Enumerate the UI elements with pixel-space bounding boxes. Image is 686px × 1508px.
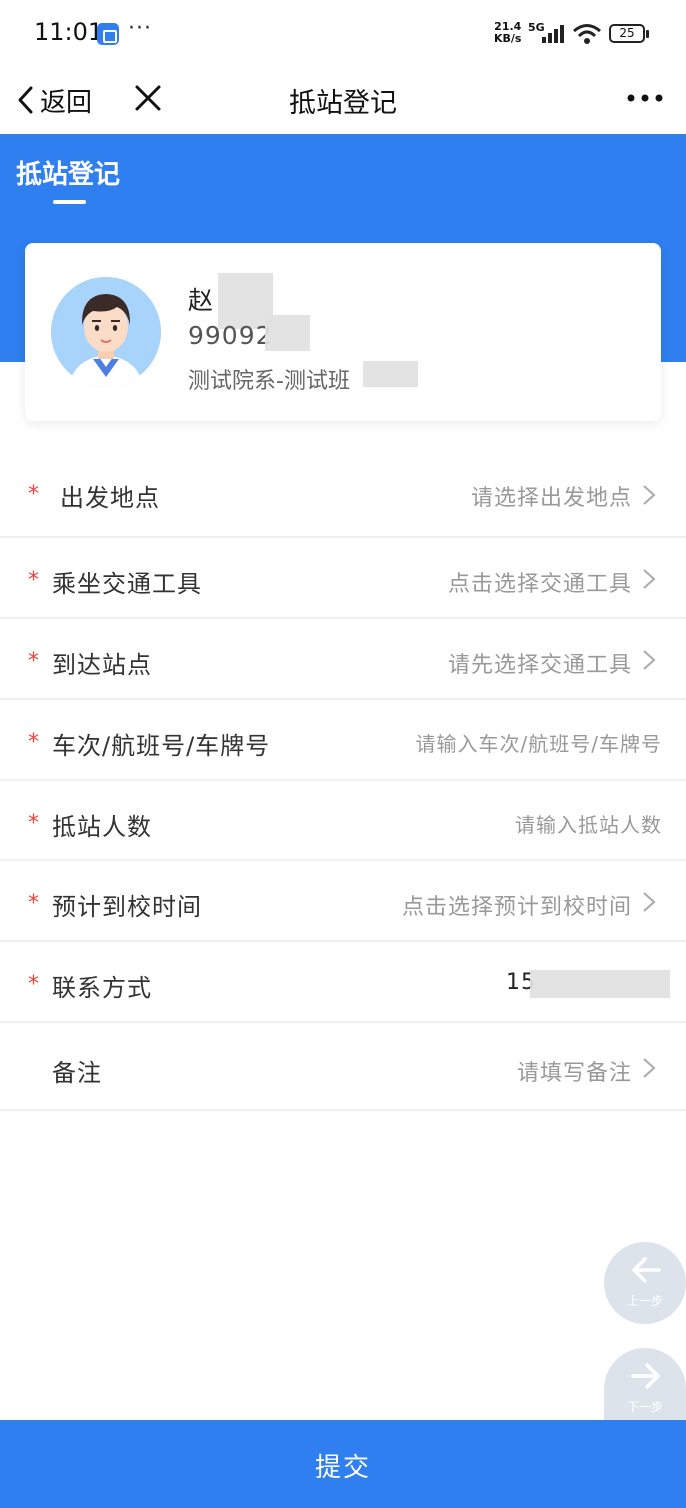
chevron-right-icon <box>643 485 656 505</box>
tab-arrival-registration[interactable]: 抵站登记 <box>16 154 120 191</box>
network-speed-unit: KB/s <box>494 32 522 45</box>
transport-placeholder: 点击选择交通工具 <box>447 572 632 597</box>
redaction-department <box>363 361 418 387</box>
status-more-icon: ··· <box>128 16 152 41</box>
status-time: 11:01 <box>34 18 104 46</box>
arrival-time-placeholder: 点击选择预计到校时间 <box>401 895 632 920</box>
form-row-trip-number[interactable]: * 车次/航班号/车牌号 请输入车次/航班号/车牌号 <box>0 700 686 781</box>
form-row-contact[interactable]: * 联系方式 15 <box>0 942 686 1023</box>
app-notification-icon <box>97 23 119 45</box>
submit-label: 提交 <box>314 1453 371 1483</box>
arrival-station-label: 到达站点 <box>52 651 152 679</box>
close-icon[interactable] <box>133 83 163 113</box>
required-mark: * <box>28 649 39 674</box>
trip-number-input[interactable]: 请输入车次/航班号/车牌号 <box>416 728 662 757</box>
required-mark: * <box>28 730 39 755</box>
people-count-label: 抵站人数 <box>52 813 152 841</box>
form-row-arrival-time[interactable]: * 预计到校时间 点击选择预计到校时间 <box>0 861 686 942</box>
remarks-placeholder: 请填写备注 <box>516 1061 632 1086</box>
avatar <box>51 277 161 387</box>
back-button[interactable]: 返回 <box>14 80 92 120</box>
arrival-time-label: 预计到校时间 <box>52 893 202 921</box>
redaction-id <box>265 315 310 351</box>
next-step-button[interactable]: 下一步 <box>604 1348 686 1420</box>
arrival-station-placeholder: 请先选择交通工具 <box>447 653 632 678</box>
tab-indicator <box>53 200 86 204</box>
redaction-phone <box>530 970 670 998</box>
required-mark: * <box>28 891 39 916</box>
form-row-arrival-station[interactable]: * 到达站点 请先选择交通工具 <box>0 619 686 700</box>
page-title: 抵站登记 <box>289 88 397 119</box>
navigation-bar: 返回 抵站登记 <box>0 66 686 134</box>
next-step-label: 下一步 <box>626 1400 663 1414</box>
required-mark: * <box>28 811 39 836</box>
student-id: 99092 <box>188 321 273 350</box>
trip-number-label: 车次/航班号/车牌号 <box>52 732 271 760</box>
chevron-right-icon <box>643 650 656 670</box>
departure-placeholder: 请选择出发地点 <box>470 486 632 511</box>
required-mark: * <box>28 482 39 507</box>
profile-card: 赵 99092 测试院系-测试班 <box>25 243 661 421</box>
status-bar: 11:01 ··· 21.4 KB/s 5G 25 <box>0 0 686 66</box>
signal-icon <box>542 25 564 43</box>
student-department: 测试院系-测试班 <box>188 369 350 394</box>
form-row-transport[interactable]: * 乘坐交通工具 点击选择交通工具 <box>0 538 686 619</box>
previous-step-button[interactable]: 上一步 <box>604 1242 686 1324</box>
transport-label: 乘坐交通工具 <box>52 570 202 598</box>
chevron-right-icon <box>643 892 656 912</box>
chevron-left-icon <box>18 86 33 114</box>
battery-icon: 25 <box>609 24 649 43</box>
remarks-label: 备注 <box>52 1059 102 1087</box>
avatar-illustration <box>51 277 161 387</box>
wifi-icon <box>573 24 601 44</box>
chevron-right-icon <box>643 1058 656 1078</box>
previous-step-label: 上一步 <box>626 1294 663 1308</box>
required-mark: * <box>28 568 39 593</box>
departure-label: 出发地点 <box>60 484 160 512</box>
arrival-form: * 出发地点 请选择出发地点 * 乘坐交通工具 点击选择交通工具 * 到达站点 … <box>0 450 686 1111</box>
arrow-right-icon <box>631 1363 660 1389</box>
required-mark: * <box>28 972 39 997</box>
back-label: 返回 <box>40 87 93 118</box>
form-row-people-count[interactable]: * 抵站人数 请输入抵站人数 <box>0 781 686 861</box>
arrow-left-icon <box>632 1257 661 1283</box>
form-row-departure[interactable]: * 出发地点 请选择出发地点 <box>0 450 686 538</box>
more-options-icon[interactable] <box>625 86 665 110</box>
form-row-remarks[interactable]: 备注 请填写备注 <box>0 1023 686 1111</box>
submit-button[interactable]: 提交 <box>0 1420 686 1508</box>
contact-label: 联系方式 <box>52 974 152 1002</box>
chevron-right-icon <box>643 569 656 589</box>
network-speed: 21.4 KB/s <box>494 21 521 45</box>
student-name: 赵 <box>188 286 214 315</box>
people-count-input[interactable]: 请输入抵站人数 <box>515 809 662 838</box>
